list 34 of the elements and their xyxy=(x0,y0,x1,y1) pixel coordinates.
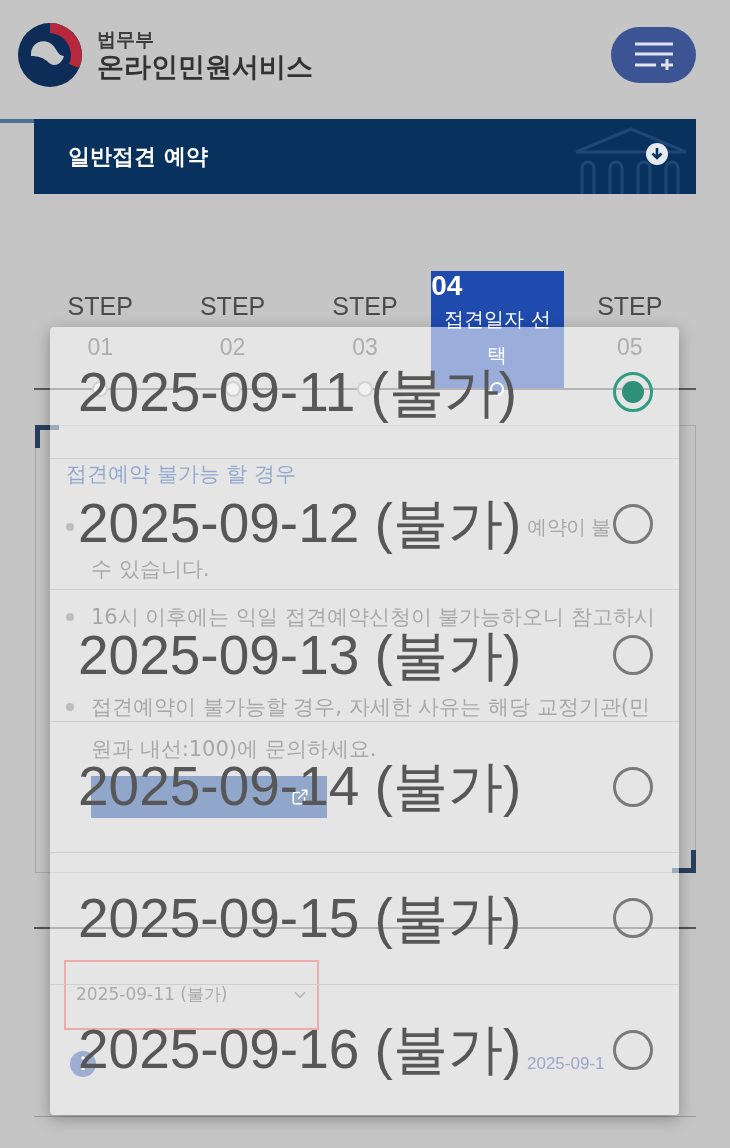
bullet-icon xyxy=(66,523,74,531)
notice-text: 예약이 불 xyxy=(527,514,611,540)
banner-title: 일반접견 예약 xyxy=(68,143,208,171)
menu-button[interactable] xyxy=(611,27,696,83)
step-number: 01 xyxy=(87,333,113,361)
service-title: 온라인민원서비스 xyxy=(97,51,313,83)
radio-button[interactable] xyxy=(613,635,653,676)
step-number: 03 xyxy=(352,333,378,361)
swirl-emblem-icon xyxy=(17,22,83,88)
corner-mark xyxy=(35,425,59,448)
notice-text: 접견예약이 불가능할 경우, 자세한 사유는 해당 교정기관(민원과 내선:100)에 문의하세요. xyxy=(91,694,651,763)
step-label: STEP xyxy=(199,291,266,321)
bullet-icon xyxy=(66,613,74,621)
step-number: 05 xyxy=(617,333,643,361)
step-label: STEP xyxy=(597,291,663,321)
step-number: 02 xyxy=(219,333,246,361)
date-option[interactable]: 2025-09-12 (불가) xyxy=(78,494,522,554)
step-number: 04 xyxy=(431,271,463,301)
down-arrow-circle-icon[interactable] xyxy=(646,143,668,165)
ministry-name: 법무부 xyxy=(97,27,155,51)
radio-button[interactable] xyxy=(613,503,653,544)
step-label: STEP xyxy=(67,291,133,321)
notice-text: 수 있습니다. xyxy=(91,556,210,582)
bullet-icon xyxy=(66,703,74,711)
notice-title: 접견예약 불가능 할 경우 xyxy=(66,461,298,487)
period-note: 2025-09-1 xyxy=(527,1053,605,1075)
radio-button[interactable] xyxy=(613,372,653,413)
date-option[interactable]: 2025-09-15 (불가) xyxy=(78,888,522,948)
step-label: STEP xyxy=(332,291,398,321)
radio-button[interactable] xyxy=(613,898,653,939)
notice-text: 16시 이후에는 익일 접견예약신청이 불가능하오니 참고하시 xyxy=(91,604,656,630)
corner-mark xyxy=(672,850,696,873)
radio-button[interactable] xyxy=(613,766,653,807)
radio-button[interactable] xyxy=(613,1029,653,1070)
